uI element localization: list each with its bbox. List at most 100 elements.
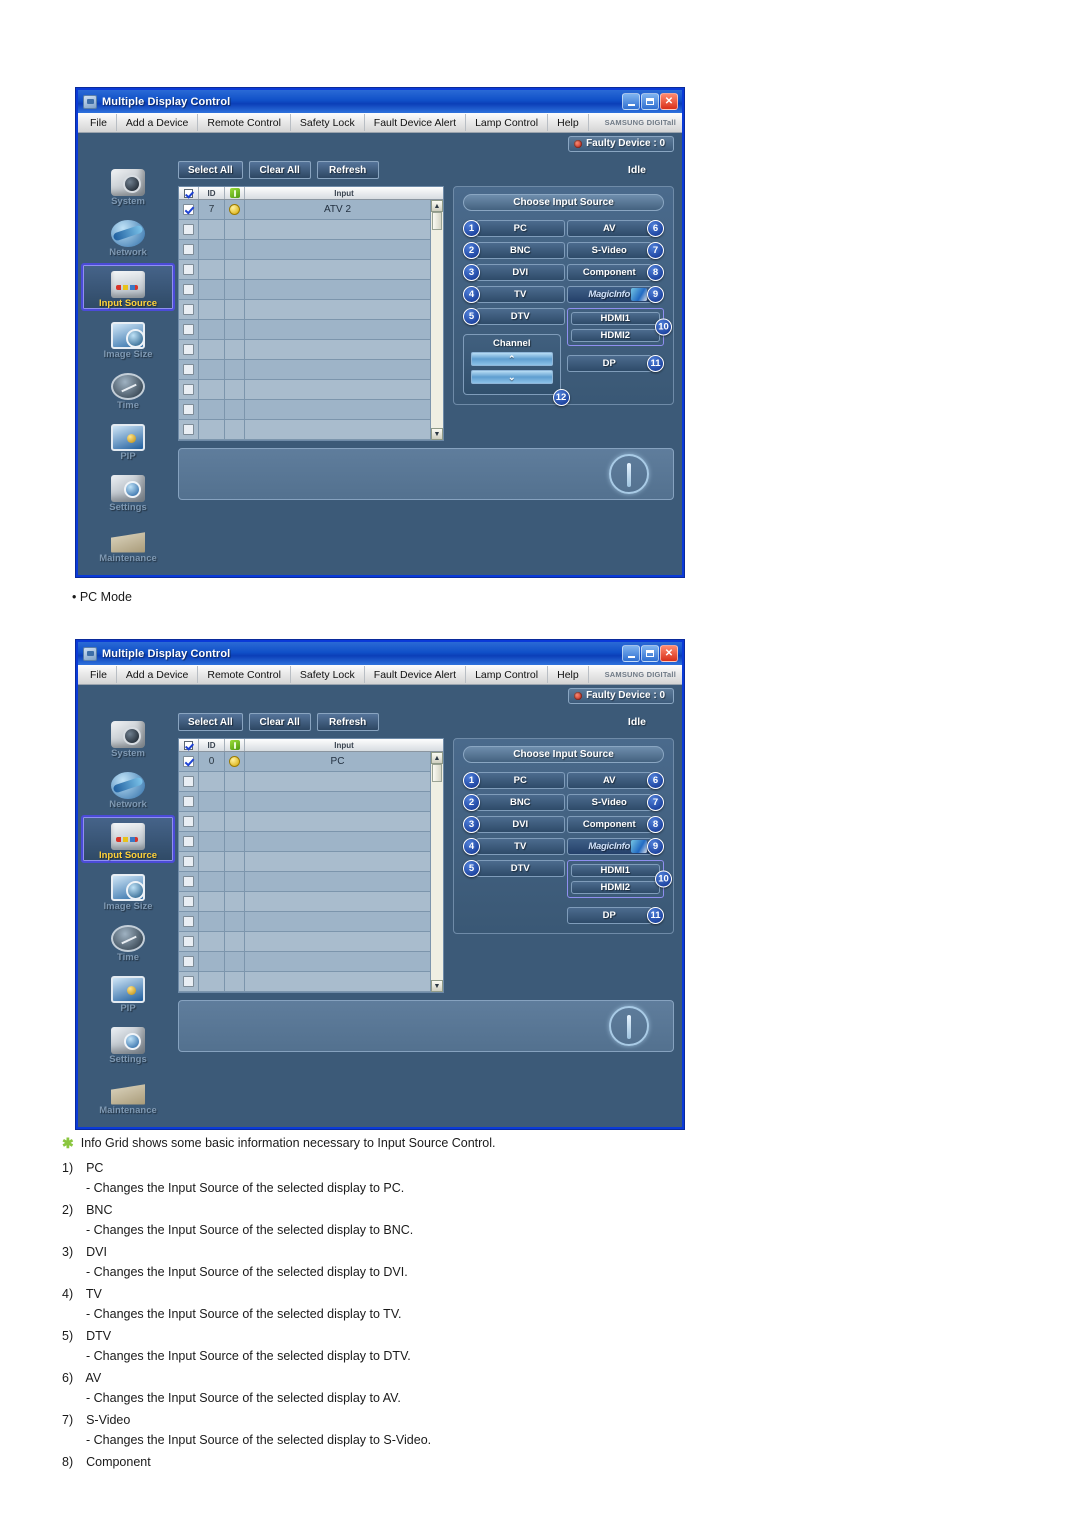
menu-item-remote-control[interactable]: Remote Control — [198, 666, 291, 683]
input-source-button-s-video[interactable]: S-Video — [566, 793, 652, 811]
sidebar-item-input-source[interactable]: Input Source — [81, 263, 175, 311]
table-row[interactable] — [179, 832, 430, 852]
input-source-button-s-video[interactable]: S-Video — [566, 241, 652, 259]
table-row[interactable] — [179, 320, 430, 340]
input-source-button-dvi[interactable]: DVI — [476, 815, 565, 833]
row-checkbox[interactable] — [179, 300, 199, 319]
scroll-down-arrow-icon[interactable]: ▼ — [431, 980, 443, 992]
grid-scrollbar[interactable]: ▲ ▼ — [430, 752, 443, 992]
table-row[interactable] — [179, 300, 430, 320]
table-row[interactable]: 0 PC — [179, 752, 430, 772]
input-source-row-dp[interactable]: DP 11 — [566, 906, 664, 924]
scroll-up-arrow-icon[interactable]: ▲ — [431, 200, 443, 212]
table-row[interactable] — [179, 220, 430, 240]
input-source-row-av[interactable]: AV 6 — [566, 771, 664, 789]
sidebar-item-maintenance[interactable]: Maintenance — [81, 518, 175, 566]
input-source-button-tv[interactable]: TV — [476, 837, 565, 855]
table-row[interactable] — [179, 912, 430, 932]
menu-item-safety-lock[interactable]: Safety Lock — [291, 114, 365, 131]
input-source-row-s-video[interactable]: S-Video 7 — [566, 793, 664, 811]
input-source-button-component[interactable]: Component — [566, 263, 652, 281]
input-source-row-pc[interactable]: 1 PC — [463, 771, 565, 789]
select-all-button[interactable]: Select All — [178, 713, 243, 731]
row-checkbox[interactable] — [179, 260, 199, 279]
sidebar-item-maintenance[interactable]: Maintenance — [81, 1070, 175, 1118]
table-row[interactable] — [179, 380, 430, 400]
table-row[interactable] — [179, 872, 430, 892]
input-source-row-tv[interactable]: 4 TV — [463, 837, 565, 855]
input-source-button-component[interactable]: Component — [566, 815, 652, 833]
minimize-button[interactable] — [622, 645, 640, 662]
input-source-button-dtv[interactable]: DTV — [476, 859, 565, 877]
sidebar-item-network[interactable]: Network — [81, 764, 175, 812]
row-checkbox[interactable] — [179, 972, 199, 991]
input-source-button-pc[interactable]: PC — [476, 219, 565, 237]
input-source-button-hdmi2[interactable]: HDMI2 — [570, 329, 660, 342]
faulty-device-badge[interactable]: Faulty Device : 0 — [568, 688, 674, 704]
table-row[interactable] — [179, 812, 430, 832]
table-row[interactable] — [179, 280, 430, 300]
table-row[interactable] — [179, 360, 430, 380]
header-select-all-checkbox[interactable] — [179, 187, 199, 199]
row-checkbox[interactable] — [179, 280, 199, 299]
maximize-button[interactable] — [641, 645, 659, 662]
table-row[interactable] — [179, 240, 430, 260]
menu-item-lamp-control[interactable]: Lamp Control — [466, 666, 549, 683]
input-source-row-s-video[interactable]: S-Video 7 — [566, 241, 664, 259]
sidebar-item-time[interactable]: Time — [81, 917, 175, 965]
table-row[interactable] — [179, 792, 430, 812]
sidebar-item-image-size[interactable]: Image Size — [81, 866, 175, 914]
row-checkbox[interactable] — [179, 852, 199, 871]
scrollbar-track[interactable] — [431, 782, 443, 980]
table-row[interactable] — [179, 400, 430, 420]
table-row[interactable] — [179, 852, 430, 872]
input-source-button-av[interactable]: AV — [566, 771, 652, 789]
input-source-button-dp[interactable]: DP — [566, 354, 652, 372]
sidebar-item-input-source[interactable]: Input Source — [81, 815, 175, 863]
row-checkbox[interactable] — [179, 932, 199, 951]
row-checkbox[interactable] — [179, 240, 199, 259]
scrollbar-thumb[interactable] — [432, 764, 442, 782]
select-all-button[interactable]: Select All — [178, 161, 243, 179]
input-source-button-magicinfo[interactable]: MagicInfo — [566, 285, 652, 303]
row-checkbox[interactable] — [179, 812, 199, 831]
scroll-down-arrow-icon[interactable]: ▼ — [431, 428, 443, 440]
row-checkbox[interactable] — [179, 220, 199, 239]
input-source-row-dp[interactable]: DP 11 — [566, 354, 664, 372]
input-source-row-dvi[interactable]: 3 DVI — [463, 263, 565, 281]
input-source-button-hdmi2[interactable]: HDMI2 — [570, 881, 660, 894]
input-source-row-bnc[interactable]: 2 BNC — [463, 793, 565, 811]
input-source-row-component[interactable]: Component 8 — [566, 815, 664, 833]
grid-scrollbar[interactable]: ▲ ▼ — [430, 200, 443, 440]
sidebar-item-system[interactable]: System — [81, 161, 175, 209]
table-row[interactable] — [179, 892, 430, 912]
menu-item-add-a-device[interactable]: Add a Device — [117, 114, 199, 131]
refresh-button[interactable]: Refresh — [316, 161, 379, 179]
menu-item-help[interactable]: Help — [548, 114, 589, 131]
menu-item-fault-device-alert[interactable]: Fault Device Alert — [365, 114, 467, 131]
sidebar-item-time[interactable]: Time — [81, 365, 175, 413]
input-source-button-dvi[interactable]: DVI — [476, 263, 565, 281]
refresh-button[interactable]: Refresh — [316, 713, 379, 731]
header-select-all-checkbox[interactable] — [179, 739, 199, 751]
scroll-up-arrow-icon[interactable]: ▲ — [431, 752, 443, 764]
input-source-button-magicinfo[interactable]: MagicInfo — [566, 837, 652, 855]
minimize-button[interactable] — [622, 93, 640, 110]
faulty-device-badge[interactable]: Faulty Device : 0 — [568, 136, 674, 152]
input-source-button-hdmi1[interactable]: HDMI1 — [570, 864, 660, 877]
menu-item-lamp-control[interactable]: Lamp Control — [466, 114, 549, 131]
input-source-row-magicinfo[interactable]: MagicInfo 9 — [566, 285, 664, 303]
input-source-button-tv[interactable]: TV — [476, 285, 565, 303]
input-source-row-pc[interactable]: 1 PC — [463, 219, 565, 237]
sidebar-item-settings[interactable]: Settings — [81, 467, 175, 515]
menu-item-file[interactable]: File — [81, 666, 117, 683]
maximize-button[interactable] — [641, 93, 659, 110]
input-source-button-av[interactable]: AV — [566, 219, 652, 237]
row-checkbox[interactable] — [179, 912, 199, 931]
menu-item-remote-control[interactable]: Remote Control — [198, 114, 291, 131]
table-row[interactable] — [179, 952, 430, 972]
row-checkbox[interactable] — [179, 340, 199, 359]
menu-item-file[interactable]: File — [81, 114, 117, 131]
row-checkbox[interactable] — [179, 772, 199, 791]
input-source-row-av[interactable]: AV 6 — [566, 219, 664, 237]
